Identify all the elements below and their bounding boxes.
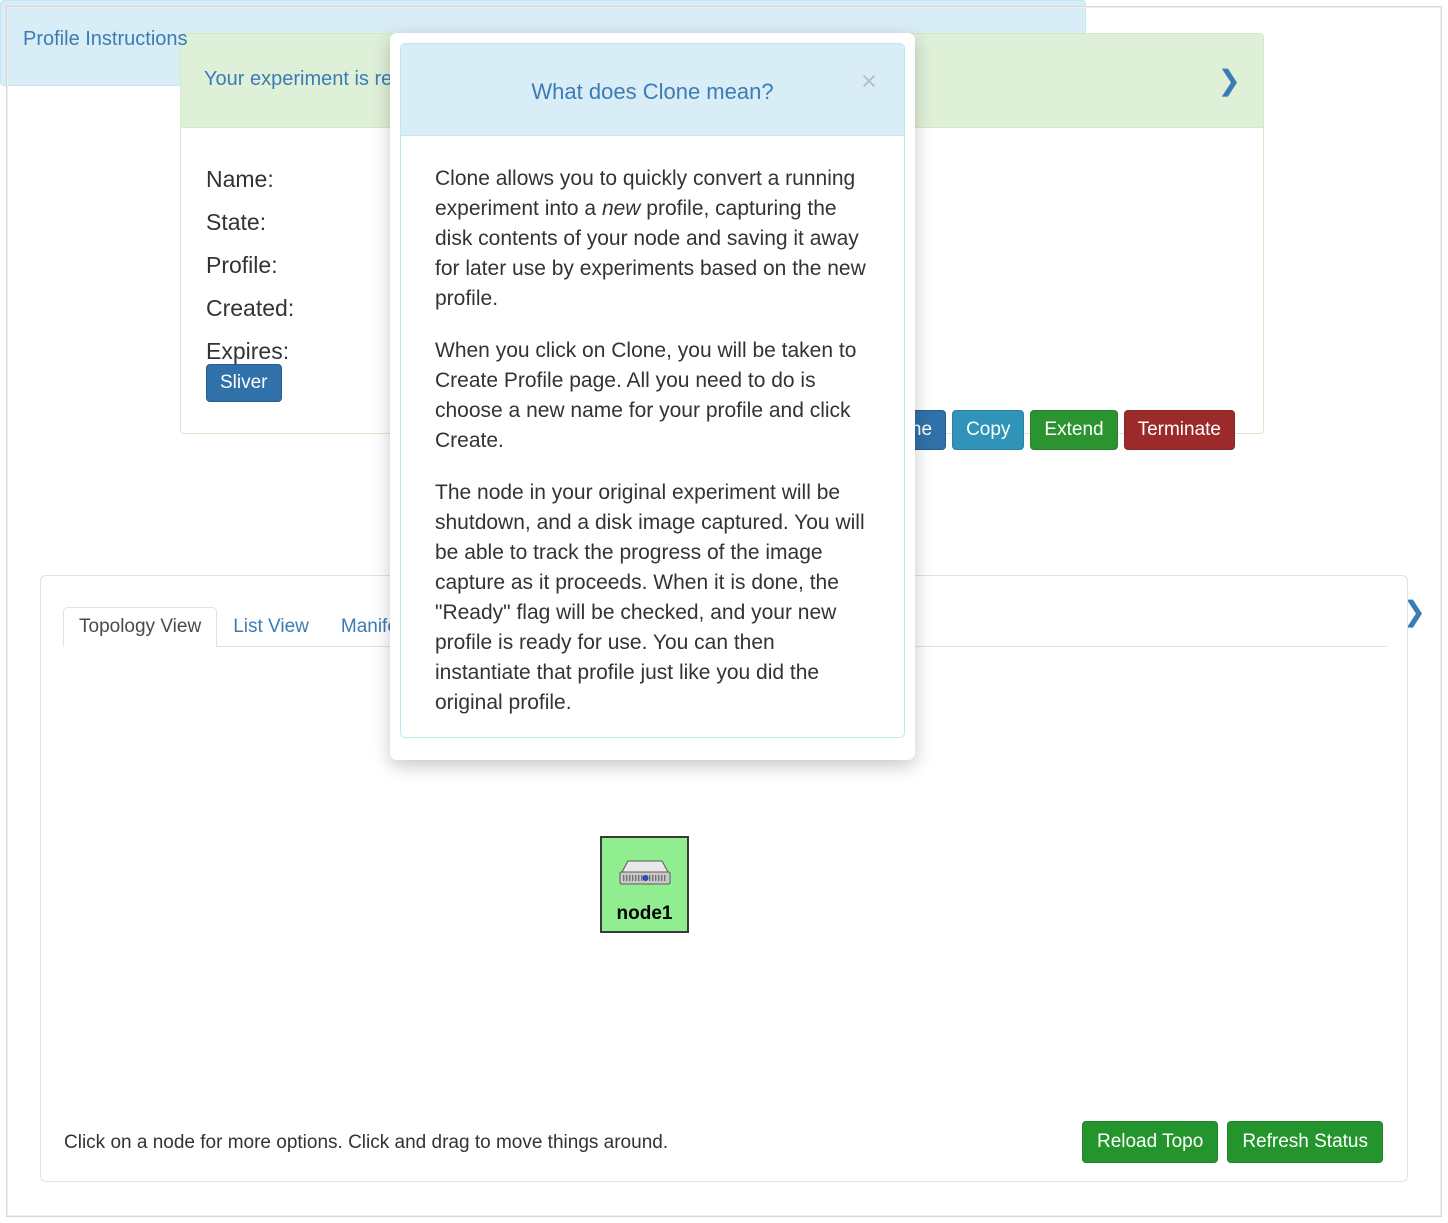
copy-button[interactable]: Copy bbox=[952, 410, 1025, 450]
tab-list-view[interactable]: List View bbox=[217, 607, 325, 647]
server-node-icon bbox=[619, 860, 670, 885]
modal-paragraph-1: Clone allows you to quickly convert a ru… bbox=[435, 164, 874, 314]
topology-help-text: Click on a node for more options. Click … bbox=[64, 1132, 669, 1153]
clone-help-modal: What does Clone mean? × Clone allows you… bbox=[390, 33, 915, 760]
modal-body: Clone allows you to quickly convert a ru… bbox=[401, 136, 904, 737]
extend-button[interactable]: Extend bbox=[1030, 410, 1118, 450]
sliver-button[interactable]: Sliver bbox=[206, 364, 282, 402]
reload-topo-button[interactable]: Reload Topo bbox=[1081, 1121, 1219, 1163]
modal-paragraph-3: The node in your original experiment wil… bbox=[435, 481, 865, 714]
modal-title: What does Clone mean? bbox=[531, 79, 774, 104]
info-label-created: Created: bbox=[206, 295, 295, 321]
tab-topology-view[interactable]: Topology View bbox=[63, 607, 218, 647]
refresh-status-button[interactable]: Refresh Status bbox=[1227, 1121, 1383, 1163]
topology-node-node1[interactable]: node1 bbox=[600, 836, 689, 933]
profile-instructions-title: Profile Instructions bbox=[23, 28, 188, 50]
info-label-name: Name: bbox=[206, 166, 274, 192]
modal-paragraph-2: When you click on Clone, you will be tak… bbox=[435, 339, 857, 452]
modal-content: What does Clone mean? × Clone allows you… bbox=[400, 43, 905, 738]
modal-p1-emphasis: new bbox=[601, 197, 641, 220]
app-page: Your experiment is ready! ❯ Name: State:… bbox=[0, 0, 1448, 1223]
node-label: node1 bbox=[616, 903, 673, 924]
chevron-right-icon[interactable]: ❯ bbox=[1218, 66, 1241, 95]
terminate-button[interactable]: Terminate bbox=[1123, 410, 1235, 450]
info-label-profile: Profile: bbox=[206, 252, 278, 278]
view-tabs: Topology View List View Manifest bbox=[63, 607, 429, 647]
modal-header: What does Clone mean? × bbox=[401, 44, 904, 136]
close-icon[interactable]: × bbox=[854, 66, 884, 96]
info-label-state: State: bbox=[206, 209, 267, 235]
topology-footer-buttons: Reload Topo Refresh Status bbox=[1081, 1121, 1383, 1163]
experiment-info-list: Name: State: Profile: Created: Expires: bbox=[206, 158, 294, 373]
experiment-action-buttons: Clone Copy Extend Terminate bbox=[868, 410, 1235, 450]
